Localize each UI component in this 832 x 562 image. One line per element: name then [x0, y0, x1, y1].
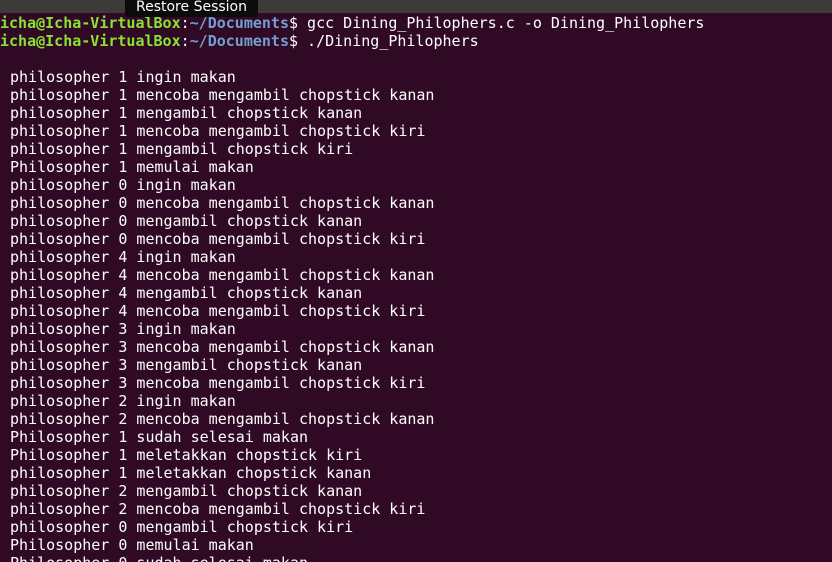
output-line: Philosopher 0 sudah selesai makan [10, 554, 434, 562]
prompt-line: icha@Icha-VirtualBox:~/Documents$ gcc Di… [0, 14, 704, 32]
output-line: philosopher 3 mencoba mengambil chopstic… [10, 338, 435, 356]
output-line: philosopher 1 meletakkan chopstick kanan [10, 464, 372, 482]
prompt-user: icha@Icha-VirtualBox [0, 32, 181, 50]
output-line: philosopher 0 mengambil chopstick kanan [10, 212, 363, 230]
output-line: Philosopher 1 memulai makan [10, 158, 254, 176]
output-line: philosopher 4 mencoba mengambil chopstic… [10, 302, 426, 320]
output-line: philosopher 4 mencoba mengambil chopstic… [10, 266, 435, 284]
restore-session-tooltip: Restore Session [125, 0, 258, 17]
prompt-path: ~/Documents [189, 32, 289, 50]
output-line: philosopher 1 mengambil chopstick kanan [10, 104, 363, 122]
output-line: philosopher 4 mengambil chopstick kanan [10, 284, 363, 302]
prompt-line: icha@Icha-VirtualBox:~/Documents$ ./Dini… [0, 32, 479, 50]
output-line: philosopher 2 ingin makan [10, 392, 236, 410]
output-line: philosopher 0 mengambil chopstick kiri [10, 518, 354, 536]
output-line: philosopher 0 ingin makan [10, 176, 236, 194]
output-line: philosopher 1 mengambil chopstick kiri [10, 140, 354, 158]
output-line: philosopher 2 mencoba mengambil chopstic… [10, 410, 435, 428]
output-line: philosopher 3 mencoba mengambil chopstic… [10, 374, 426, 392]
prompt-command: ./Dining_Philophers [298, 32, 479, 50]
prompt-symbol: $ [289, 32, 299, 50]
prompt-command: gcc Dining_Philophers.c -o Dining_Philop… [298, 14, 705, 32]
output-line: philosopher 1 mencoba mengambil chopstic… [10, 86, 435, 104]
output-line: Philosopher 1 meletakkan chopstick kiri [10, 446, 363, 464]
output-line: philosopher 0 mencoba mengambil chopstic… [10, 194, 435, 212]
output-line: Philosopher 0 memulai makan [10, 536, 254, 554]
prompt-separator: : [180, 32, 190, 50]
output-line: philosopher 1 ingin makan [10, 68, 236, 86]
output-line: philosopher 4 ingin makan [10, 248, 236, 266]
output-line: philosopher 3 ingin makan [10, 320, 236, 338]
output-line: philosopher 1 mencoba mengambil chopstic… [10, 122, 426, 140]
terminal-window[interactable]: Restore Session icha@Icha-VirtualBox:~/D… [0, 0, 832, 562]
output-line: philosopher 2 mengambil chopstick kanan [10, 482, 363, 500]
output-line: Philosopher 1 sudah selesai makan [10, 428, 309, 446]
program-output: philosopher 1 ingin makan philosopher 1 m… [10, 68, 434, 562]
output-line: philosopher 3 mengambil chopstick kanan [10, 356, 363, 374]
output-line: philosopher 2 mencoba mengambil chopstic… [10, 500, 426, 518]
output-line: philosopher 0 mencoba mengambil chopstic… [10, 230, 426, 248]
prompt-symbol: $ [289, 14, 299, 32]
